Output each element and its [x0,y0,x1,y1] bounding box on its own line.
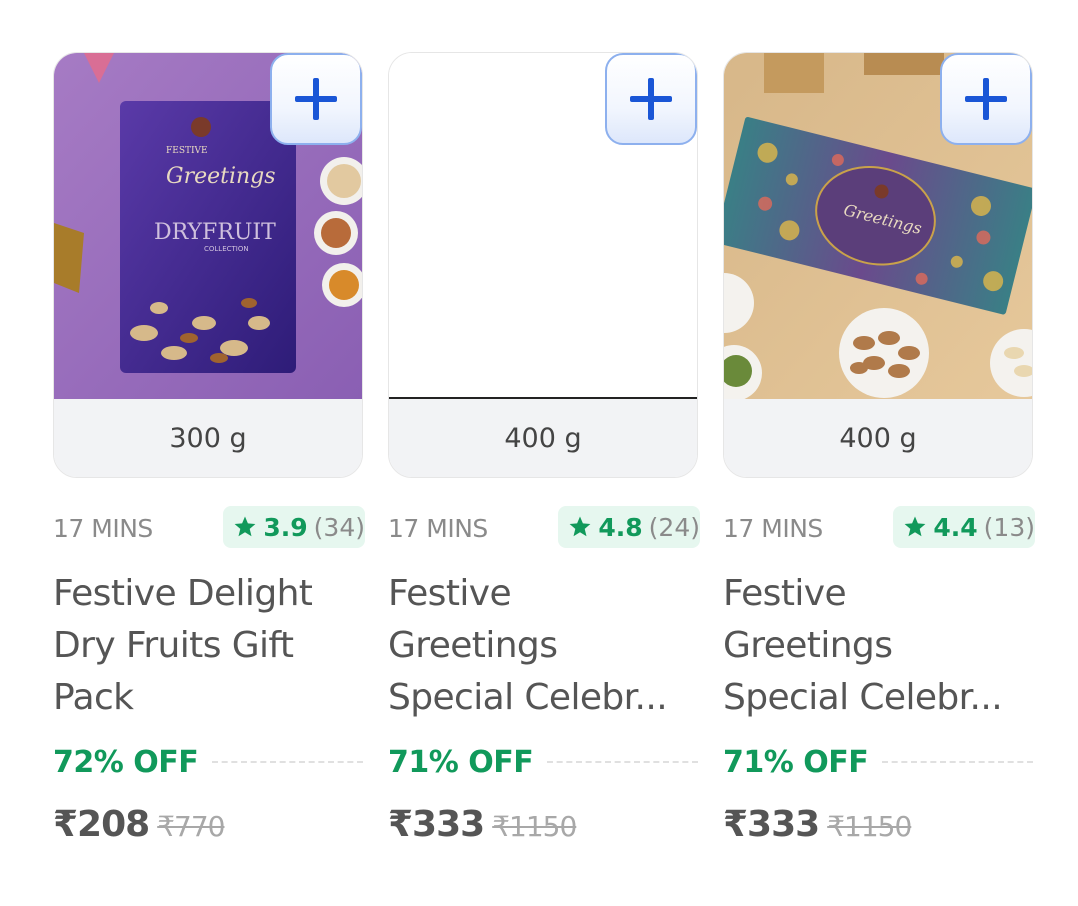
svg-text:COLLECTION: COLLECTION [204,245,249,253]
dotted-divider [212,761,363,763]
add-to-cart-button[interactable] [270,53,362,145]
product-title[interactable]: Festive Greetings Special Celebr... [723,568,1033,724]
dotted-divider [547,761,698,763]
product-image-box[interactable]: 400 g [388,52,698,478]
plus-icon [630,78,672,120]
product-image-box[interactable]: FESTIVE Greetings DRYFRUIT COLLECTION 30… [53,52,363,478]
meta-row: 17 MINS 4.4 (13) [723,504,1035,548]
star-icon [569,516,591,537]
star-icon [234,516,256,537]
discount-row: 71% OFF [723,742,1033,782]
discount-label: 71% OFF [723,744,869,780]
product-card[interactable]: 400 g 17 MINS 4.8 (24) Festive Greetings… [388,52,700,845]
product-title[interactable]: Festive Greetings Special Celebr... [388,568,698,724]
star-icon [904,516,926,537]
price: ₹333 [723,804,820,845]
product-title[interactable]: Festive Delight Dry Fruits Gift Pack [53,568,363,724]
add-to-cart-button[interactable] [605,53,697,145]
mrp: ₹1150 [827,810,912,843]
mrp: ₹1150 [492,810,577,843]
rating-value: 4.8 [598,512,643,542]
price: ₹333 [388,804,485,845]
discount-row: 71% OFF [388,742,698,782]
product-card[interactable]: Greetings 400 g 17 MINS 4.4 (13) Festive… [723,52,1035,845]
rating-badge: 3.9 (34) [223,506,365,548]
svg-text:Greetings: Greetings [166,164,276,189]
price-row: ₹333 ₹1150 [388,804,577,845]
svg-text:DRYFRUIT: DRYFRUIT [154,220,276,245]
discount-label: 72% OFF [53,744,199,780]
svg-text:FESTIVE: FESTIVE [166,146,208,156]
rating-count: (13) [983,512,1035,542]
price: ₹208 [53,804,150,845]
rating-value: 3.9 [263,512,308,542]
weight-label: 400 g [724,399,1032,477]
meta-row: 17 MINS 4.8 (24) [388,504,700,548]
rating-count: (34) [313,512,365,542]
weight-label: 300 g [54,399,362,477]
dotted-divider [882,761,1033,763]
plus-icon [965,78,1007,120]
product-image-box[interactable]: Greetings 400 g [723,52,1033,478]
delivery-time: 17 MINS [388,514,488,543]
add-to-cart-button[interactable] [940,53,1032,145]
rating-count: (24) [648,512,700,542]
delivery-time: 17 MINS [53,514,153,543]
discount-row: 72% OFF [53,742,363,782]
price-row: ₹333 ₹1150 [723,804,912,845]
rating-value: 4.4 [933,512,978,542]
discount-label: 71% OFF [388,744,534,780]
price-row: ₹208 ₹770 [53,804,225,845]
delivery-time: 17 MINS [723,514,823,543]
weight-label: 400 g [389,399,697,477]
product-card[interactable]: FESTIVE Greetings DRYFRUIT COLLECTION 30… [53,52,365,845]
rating-badge: 4.4 (13) [893,506,1035,548]
mrp: ₹770 [157,810,225,843]
plus-icon [295,78,337,120]
rating-badge: 4.8 (24) [558,506,700,548]
meta-row: 17 MINS 3.9 (34) [53,504,365,548]
